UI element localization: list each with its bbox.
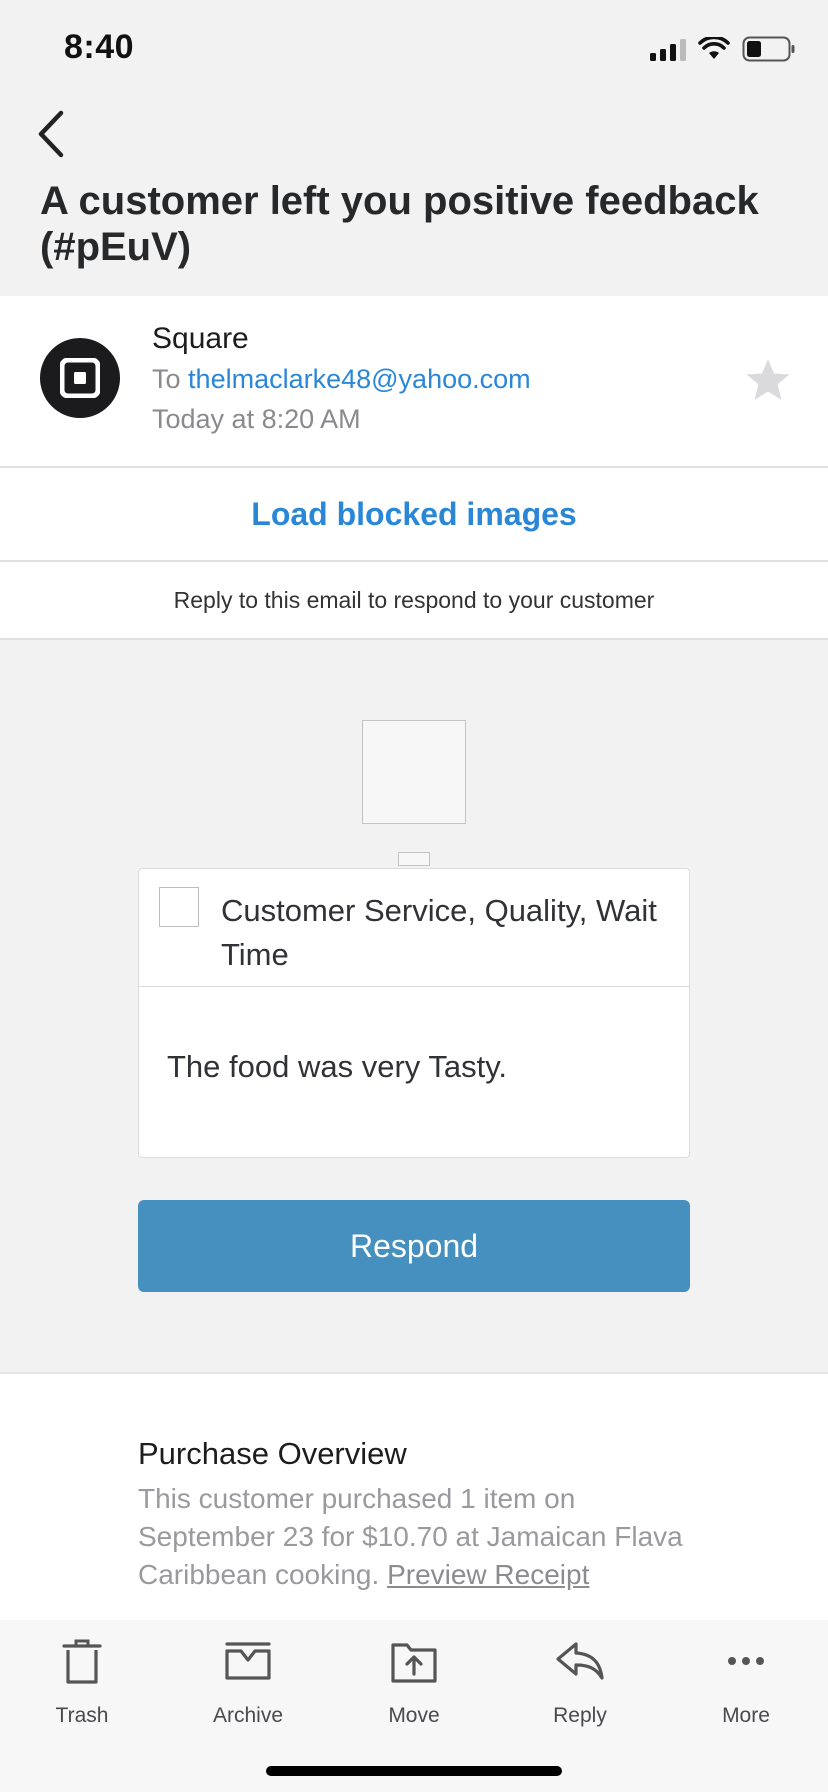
preview-receipt-link[interactable]: Preview Receipt bbox=[387, 1559, 589, 1590]
move-label: Move bbox=[388, 1704, 440, 1727]
sender-avatar[interactable] bbox=[40, 338, 120, 418]
email-date: Today at 8:20 AM bbox=[152, 404, 361, 434]
recipient-email[interactable]: thelmaclarke48@yahoo.com bbox=[188, 364, 531, 394]
message-header: A customer left you positive feedback (#… bbox=[0, 96, 828, 296]
chevron-left-icon bbox=[38, 110, 64, 158]
trash-button[interactable]: Trash bbox=[12, 1620, 152, 1730]
blocked-image-placeholder bbox=[362, 720, 466, 824]
feedback-image-placeholder bbox=[159, 887, 199, 927]
more-label: More bbox=[722, 1704, 770, 1727]
blocked-image-placeholder-small bbox=[398, 852, 430, 866]
sender-name[interactable]: Square bbox=[152, 322, 249, 356]
archive-label: Archive bbox=[212, 1704, 284, 1727]
email-subject: A customer left you positive feedback (#… bbox=[40, 179, 759, 269]
star-icon bbox=[746, 359, 790, 400]
purchase-overview-title: Purchase Overview bbox=[138, 1436, 407, 1471]
move-icon bbox=[384, 1636, 444, 1686]
bottom-toolbar: Trash Archive Move Reply More bbox=[0, 1620, 828, 1792]
more-icon bbox=[716, 1636, 776, 1686]
trash-icon bbox=[52, 1636, 112, 1686]
reply-button[interactable]: Reply bbox=[510, 1620, 650, 1730]
home-indicator[interactable] bbox=[266, 1766, 562, 1776]
reply-label: Reply bbox=[553, 1704, 607, 1727]
feedback-comment: The food was very Tasty. bbox=[167, 1049, 508, 1084]
trash-label: Trash bbox=[55, 1704, 109, 1727]
square-logo-icon bbox=[60, 358, 100, 398]
back-button[interactable] bbox=[28, 104, 72, 164]
archive-button[interactable]: Archive bbox=[178, 1620, 318, 1730]
sender-panel: Square To thelmaclarke48@yahoo.com Today… bbox=[0, 296, 828, 468]
status-time: 8:40 bbox=[64, 28, 135, 66]
feedback-card-header: Customer Service, Quality, Wait Time bbox=[139, 869, 689, 987]
load-blocked-images-button[interactable]: Load blocked images bbox=[0, 468, 828, 562]
archive-icon bbox=[218, 1636, 278, 1686]
to-prefix: To bbox=[152, 364, 181, 394]
star-button[interactable] bbox=[744, 356, 792, 404]
feedback-tags: Customer Service, Quality, Wait Time bbox=[221, 893, 657, 972]
cellular-signal-icon bbox=[650, 37, 686, 61]
more-button[interactable]: More bbox=[676, 1620, 816, 1730]
recipient-line: To thelmaclarke48@yahoo.com bbox=[152, 364, 531, 395]
purchase-overview: Purchase Overview This customer purchase… bbox=[0, 1374, 828, 1620]
status-icons bbox=[650, 34, 796, 64]
reply-icon bbox=[550, 1636, 610, 1686]
feedback-card: Customer Service, Quality, Wait Time The… bbox=[138, 868, 690, 1158]
reply-instruction: Reply to this email to respond to your c… bbox=[0, 562, 828, 640]
move-button[interactable]: Move bbox=[344, 1620, 484, 1730]
wifi-icon bbox=[698, 37, 730, 59]
email-body: Customer Service, Quality, Wait Time The… bbox=[0, 640, 828, 1374]
status-bar: 8:40 bbox=[0, 0, 828, 96]
respond-button[interactable]: Respond bbox=[138, 1200, 690, 1292]
purchase-overview-text: This customer purchased 1 item on Septem… bbox=[138, 1480, 698, 1594]
battery-icon bbox=[742, 36, 795, 62]
